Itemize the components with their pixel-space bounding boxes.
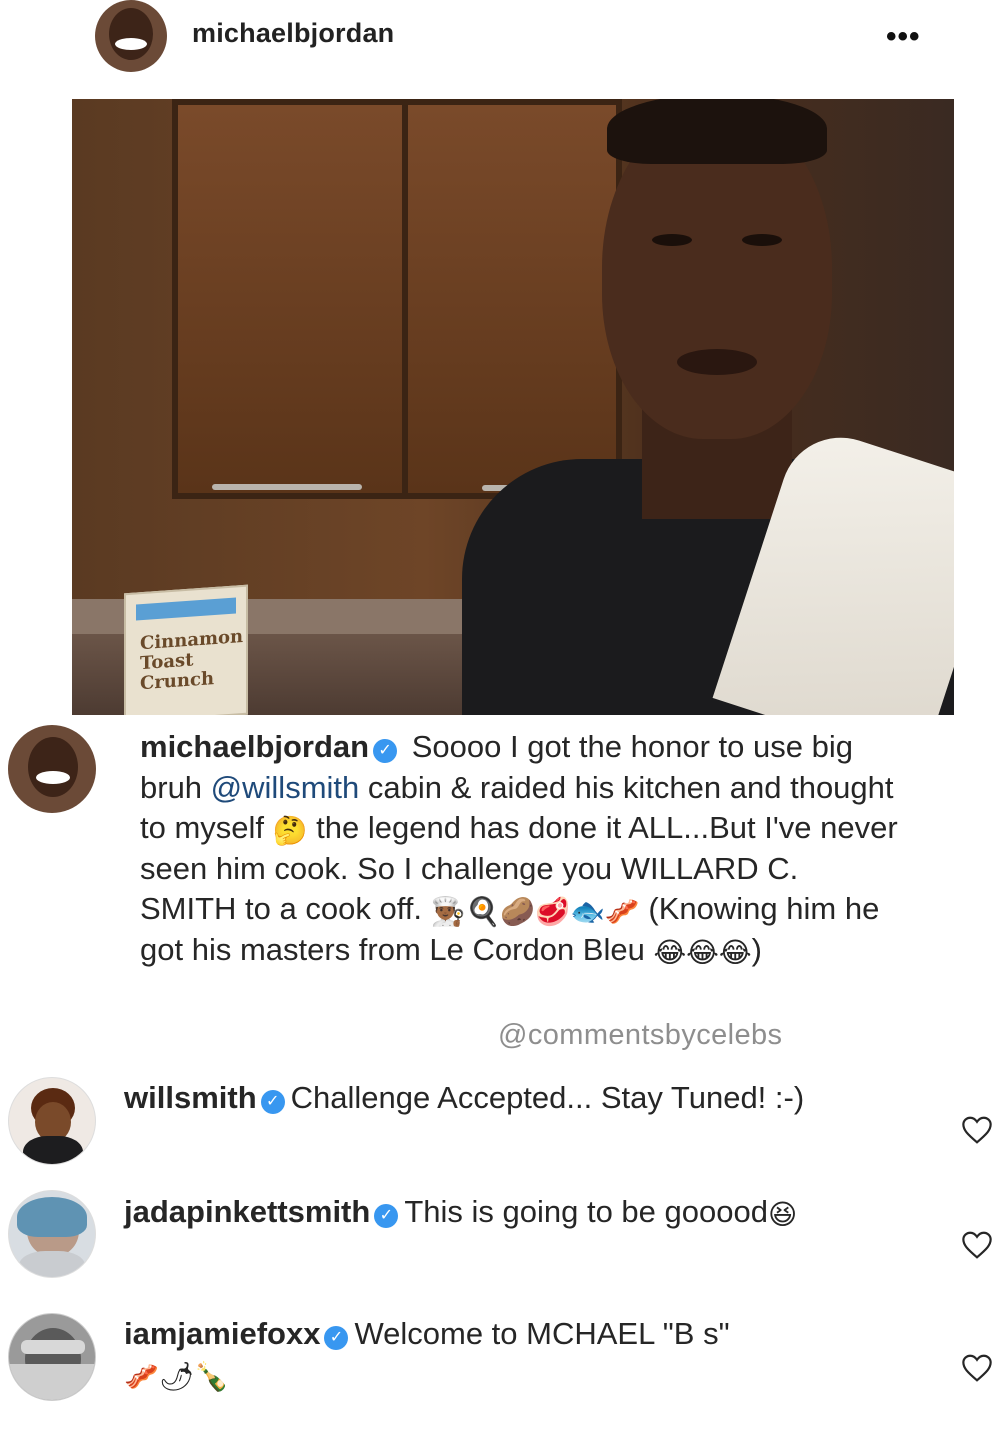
verified-badge-icon: ✓ — [373, 739, 398, 763]
more-dots-icon[interactable]: ••• — [886, 20, 921, 54]
verified-badge-icon: ✓ — [260, 1090, 285, 1114]
post-header: michaelbjordan ••• — [0, 0, 1003, 90]
caption-username[interactable]: michaelbjordan — [140, 729, 369, 764]
like-heart-icon[interactable] — [960, 1230, 994, 1260]
caption-text: ) — [751, 931, 762, 967]
cereal-label: Cinnamon Toast Crunch — [140, 626, 244, 695]
comment-item: jadapinkettsmith ✓ This is going to be goo… — [0, 1188, 1003, 1288]
thinking-emoji-icon: 🤔 — [272, 814, 308, 847]
comment-text: Challenge Accepted... Stay Tuned! :-) — [290, 1080, 805, 1115]
comment-username[interactable]: iamjamiefoxx — [124, 1316, 320, 1351]
commenter-avatar[interactable] — [8, 1190, 96, 1278]
verified-badge-icon: ✓ — [374, 1204, 399, 1228]
post-caption: michaelbjordan ✓ Soooo I got the honor to… — [140, 727, 900, 970]
like-heart-icon[interactable] — [960, 1353, 994, 1383]
commenter-avatar[interactable] — [8, 1077, 96, 1165]
grinning-squint-emoji-icon: 😆 — [767, 1198, 798, 1231]
comment-item: iamjamiefoxx ✓ Welcome to MCHAEL "B s" 🥓🌶🍾 — [0, 1311, 1003, 1411]
comment-body: iamjamiefoxx ✓ Welcome to MCHAEL "B s" 🥓🌶🍾 — [124, 1314, 914, 1394]
bacon-pepper-champagne-emoji-icons: 🥓🌶🍾 — [124, 1360, 230, 1393]
eye — [652, 234, 692, 246]
comment-item: willsmith ✓ Challenge Accepted... Stay Tun… — [0, 1075, 1003, 1175]
author-username[interactable]: michaelbjordan — [192, 18, 394, 49]
laughing-emoji-icons: 😂😂😂 — [653, 935, 752, 969]
comment-body: jadapinkettsmith ✓ This is going to be goo… — [124, 1192, 914, 1232]
hair — [607, 99, 827, 164]
commenter-avatar[interactable] — [8, 1313, 96, 1401]
caption-mention[interactable]: @willsmith — [211, 770, 360, 805]
food-emoji-icons: 👨🏾‍🍳🍳🥔🥩🐟🥓 — [430, 895, 640, 928]
post-photo[interactable]: Cinnamon Toast Crunch — [72, 99, 954, 715]
mouth — [677, 349, 757, 375]
cabinet-door — [172, 99, 412, 499]
comment-username[interactable]: jadapinkettsmith — [124, 1194, 370, 1229]
comment-body: willsmith ✓ Challenge Accepted... Stay Tun… — [124, 1078, 914, 1118]
comment-text: This is going to be gooood — [404, 1194, 768, 1229]
like-heart-icon[interactable] — [960, 1115, 994, 1145]
comment-text: Welcome to MCHAEL "B s" — [354, 1316, 730, 1351]
watermark: @commentsbycelebs — [498, 1019, 783, 1051]
caption-avatar[interactable] — [8, 725, 96, 813]
eye — [742, 234, 782, 246]
person — [452, 99, 954, 715]
cabinet-handle — [212, 484, 362, 490]
author-avatar[interactable] — [95, 0, 167, 72]
comment-username[interactable]: willsmith — [124, 1080, 257, 1115]
verified-badge-icon: ✓ — [324, 1326, 349, 1350]
cereal-box: Cinnamon Toast Crunch — [124, 584, 248, 715]
